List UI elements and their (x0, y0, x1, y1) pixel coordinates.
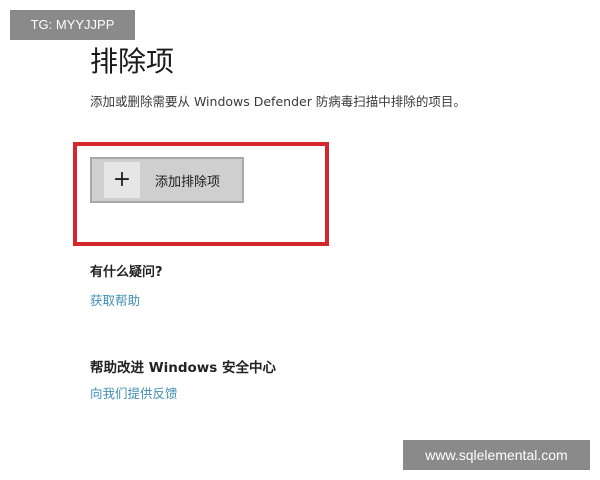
page-title: 排除项 (90, 45, 175, 78)
help-heading: 有什么疑问? (90, 265, 163, 280)
watermark-bottom-right: www.sqlelemental.com (403, 440, 590, 470)
improve-heading: 帮助改进 Windows 安全中心 (90, 360, 276, 376)
add-exclusion-label: 添加排除项 (155, 174, 221, 190)
watermark-top-left: TG: MYYJJPP (10, 10, 135, 40)
page-description: 添加或删除需要从 Windows Defender 防病毒扫描中排除的项目。 (90, 94, 466, 109)
add-exclusion-button[interactable]: + 添加排除项 (90, 157, 244, 203)
feedback-link[interactable]: 向我们提供反馈 (90, 383, 178, 402)
plus-icon: + (104, 162, 140, 198)
get-help-link[interactable]: 获取帮助 (90, 290, 140, 309)
